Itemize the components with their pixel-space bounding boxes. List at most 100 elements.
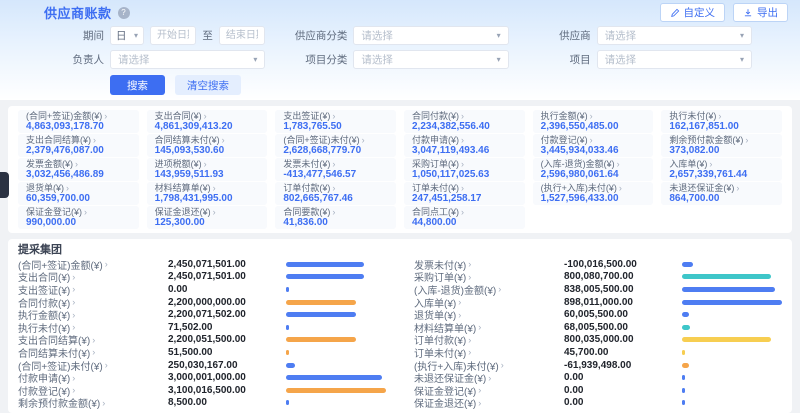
chevron-down-icon: ▾ [497,55,501,64]
chevron-right-icon: › [213,183,216,193]
chevron-right-icon: › [461,207,464,217]
metric-value: -100,016,500.00 [564,259,682,270]
chevron-right-icon: › [478,385,481,395]
export-label: 导出 [757,5,778,20]
chevron-right-icon: › [104,111,107,121]
period-unit-select[interactable]: 日 ▾ [110,26,144,45]
metric-bar-track [682,312,782,317]
summary-card[interactable]: 合同付款(¥)›2,234,382,556.40 [404,110,525,133]
summary-card[interactable]: 支出合同结算(¥)›2,379,476,087.00 [18,134,139,157]
summary-card[interactable]: 材料结算单(¥)›1,798,431,995.00 [147,182,268,205]
summary-card[interactable]: (合同+签证)未付(¥)›2,628,668,779.70 [275,134,396,157]
summary-card-label: 合同结算未付(¥)› [155,135,260,145]
metric-bar [682,300,782,305]
chevron-right-icon: › [745,135,748,145]
start-date-input[interactable] [150,26,196,45]
metric-value: 8,500.00 [168,397,286,408]
summary-card[interactable]: 支出合同(¥)›4,861,309,413.20 [147,110,268,133]
supplier-group-name[interactable]: 提采集团 [18,243,782,258]
clear-search-button[interactable]: 清空搜索 [175,75,241,95]
chevron-right-icon: › [84,207,87,217]
summary-card[interactable]: 执行未付(¥)›162,167,851.00 [661,110,782,133]
summary-card-label: 材料结算单(¥)› [155,183,260,193]
summary-card-value: 2,379,476,087.00 [26,145,131,156]
export-button[interactable]: 导出 [733,3,788,22]
metric-bar [286,350,289,355]
metric-value: 800,035,000.00 [564,334,682,345]
summary-card[interactable]: 未退还保证金(¥)›864,700.00 [661,182,782,205]
summary-card-label: 入库单(¥)› [669,159,774,169]
summary-card[interactable]: (执行+入库)未付(¥)›1,527,596,433.00 [533,182,654,205]
summary-card[interactable]: 订单未付(¥)›247,451,258.17 [404,182,525,205]
drawer-handle[interactable] [0,172,9,198]
metric-bar-track [682,363,782,368]
supplier-placeholder: 请选择 [605,28,637,43]
summary-card[interactable]: 合同要款(¥)›41,836.00 [275,206,396,229]
project-category-label: 项目分类 [287,52,347,67]
chevron-down-icon: ▾ [740,31,744,40]
metric-bar-track [286,287,386,292]
summary-card[interactable]: 合同点工(¥)›44,800.00 [404,206,525,229]
summary-card[interactable]: (合同+签证)金额(¥)›4,863,093,178.70 [18,110,139,133]
chevron-right-icon: › [617,159,620,169]
summary-card[interactable]: 剩余预付款金额(¥)›373,082.00 [661,134,782,157]
metric-bar-track [682,375,782,380]
end-date-input[interactable] [219,26,265,45]
chevron-right-icon: › [619,183,622,193]
metric-bar-track [682,287,782,292]
summary-card[interactable]: 进项税额(¥)›143,959,511.93 [147,158,268,181]
summary-card[interactable]: 付款登记(¥)›3,445,934,033.46 [533,134,654,157]
project-select[interactable]: 请选择 ▾ [597,50,752,69]
chevron-right-icon: › [332,207,335,217]
chevron-right-icon: › [461,135,464,145]
supplier-select[interactable]: 请选择 ▾ [597,26,752,45]
summary-card[interactable]: (入库-退货)金额(¥)›2,596,980,061.64 [533,158,654,181]
search-button[interactable]: 搜索 [110,75,165,95]
summary-card[interactable]: 保证金登记(¥)›990,000.00 [18,206,139,229]
summary-card-value: 4,861,309,413.20 [155,121,260,132]
summary-card[interactable]: 发票金额(¥)›3,032,456,486.89 [18,158,139,181]
metric-bar-track [286,325,386,330]
metric-bar-track [286,363,386,368]
summary-card[interactable]: 保证金退还(¥)›125,300.00 [147,206,268,229]
metric-bar [286,337,356,342]
metric-label[interactable]: 剩余预付款金额(¥)› [18,395,168,410]
chevron-right-icon: › [501,360,504,370]
summary-card[interactable]: 采购订单(¥)›1,050,117,025.63 [404,158,525,181]
summary-card-label: 退货单(¥)› [26,183,131,193]
owner-select[interactable]: 请选择 ▾ [110,50,265,69]
metric-label[interactable]: 保证金退还(¥)› [414,395,564,410]
detail-panel: 提采集团 (合同+签证)金额(¥)›2,450,071,501.00支出合同(¥… [8,239,792,413]
chevron-right-icon: › [362,135,365,145]
metric-bar-track [682,388,782,393]
summary-card-value: 1,783,765.50 [283,121,388,132]
summary-card-label: 进项税额(¥)› [155,159,260,169]
chevron-right-icon: › [222,135,225,145]
metric-bar [682,262,693,267]
summary-card[interactable]: 订单付款(¥)›802,665,767.46 [275,182,396,205]
chevron-right-icon: › [72,385,75,395]
detail-right-column: 发票未付(¥)›-100,016,500.00采购订单(¥)›800,080,7… [414,258,782,409]
chevron-right-icon: › [461,159,464,169]
summary-card[interactable]: 退货单(¥)›60,359,700.00 [18,182,139,205]
metric-bar [286,375,382,380]
chevron-right-icon: › [590,135,593,145]
summary-card[interactable]: 合同结算未付(¥)›145,093,530.60 [147,134,268,157]
summary-card-value: 60,359,700.00 [26,193,131,204]
metric-bar [286,325,289,330]
supplier-category-select[interactable]: 请选择 ▾ [353,26,508,45]
metric-bar [286,262,364,267]
chevron-right-icon: › [72,310,75,320]
metric-bar-track [286,388,386,393]
summary-card[interactable]: 入库单(¥)›2,657,339,761.44 [661,158,782,181]
summary-card[interactable]: 执行金额(¥)›2,396,550,485.00 [533,110,654,133]
summary-card[interactable]: 付款申请(¥)›3,047,119,493.46 [404,134,525,157]
summary-card[interactable]: 发票未付(¥)›-413,477,546.57 [275,158,396,181]
summary-card[interactable]: 支出签证(¥)›1,783,765.50 [275,110,396,133]
help-icon[interactable]: ? [118,7,130,19]
summary-panel: (合同+签证)金额(¥)›4,863,093,178.70 支出合同(¥)›4,8… [8,106,792,233]
filter-project-category: 项目分类 请选择 ▾ [287,50,508,69]
filter-supplier-category: 供应商分类 请选择 ▾ [287,26,508,45]
customize-button[interactable]: 自定义 [660,3,726,22]
project-category-select[interactable]: 请选择 ▾ [353,50,508,69]
